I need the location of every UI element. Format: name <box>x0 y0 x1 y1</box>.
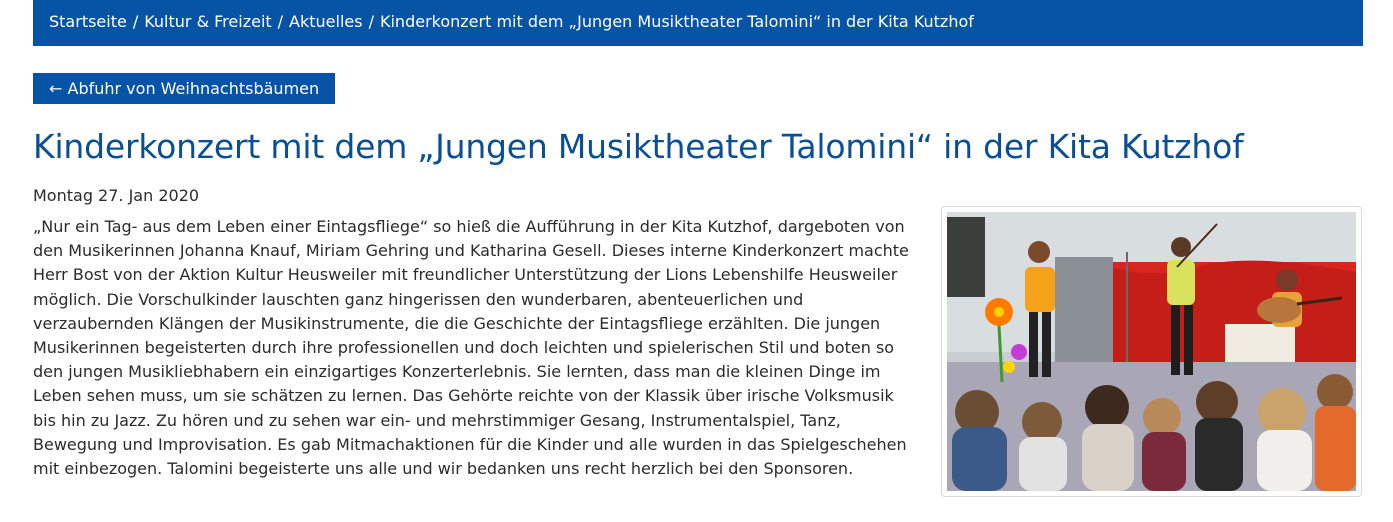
article-photo[interactable] <box>941 206 1362 497</box>
concert-photo-illustration <box>947 212 1356 491</box>
previous-article-label: Abfuhr von Weihnachtsbäumen <box>67 79 320 98</box>
breadcrumb-item-kultur-freizeit[interactable]: Kultur & Freizeit <box>144 12 271 31</box>
breadcrumb-item-startseite[interactable]: Startseite <box>49 12 127 31</box>
page-title: Kinderkonzert mit dem „Jungen Musiktheat… <box>33 127 1244 166</box>
breadcrumb: Startseite / Kultur & Freizeit / Aktuelles / K… <box>33 0 1363 46</box>
breadcrumb-separator: / <box>132 12 139 31</box>
breadcrumb-item-current: Kinderkonzert mit dem „Jungen Musiktheat… <box>379 12 974 31</box>
breadcrumb-separator: / <box>368 12 374 31</box>
breadcrumb-separator: / <box>277 12 284 31</box>
breadcrumb-item-aktuelles[interactable]: Aktuelles <box>289 12 363 31</box>
article-body: „Nur ein Tag- aus dem Leben einer Eintag… <box>33 217 909 479</box>
previous-article-button[interactable]: ← Abfuhr von Weihnachtsbäumen <box>33 73 336 104</box>
arrow-left-icon: ← <box>49 79 63 98</box>
article-date: Montag 27. Jan 2020 <box>33 186 200 205</box>
